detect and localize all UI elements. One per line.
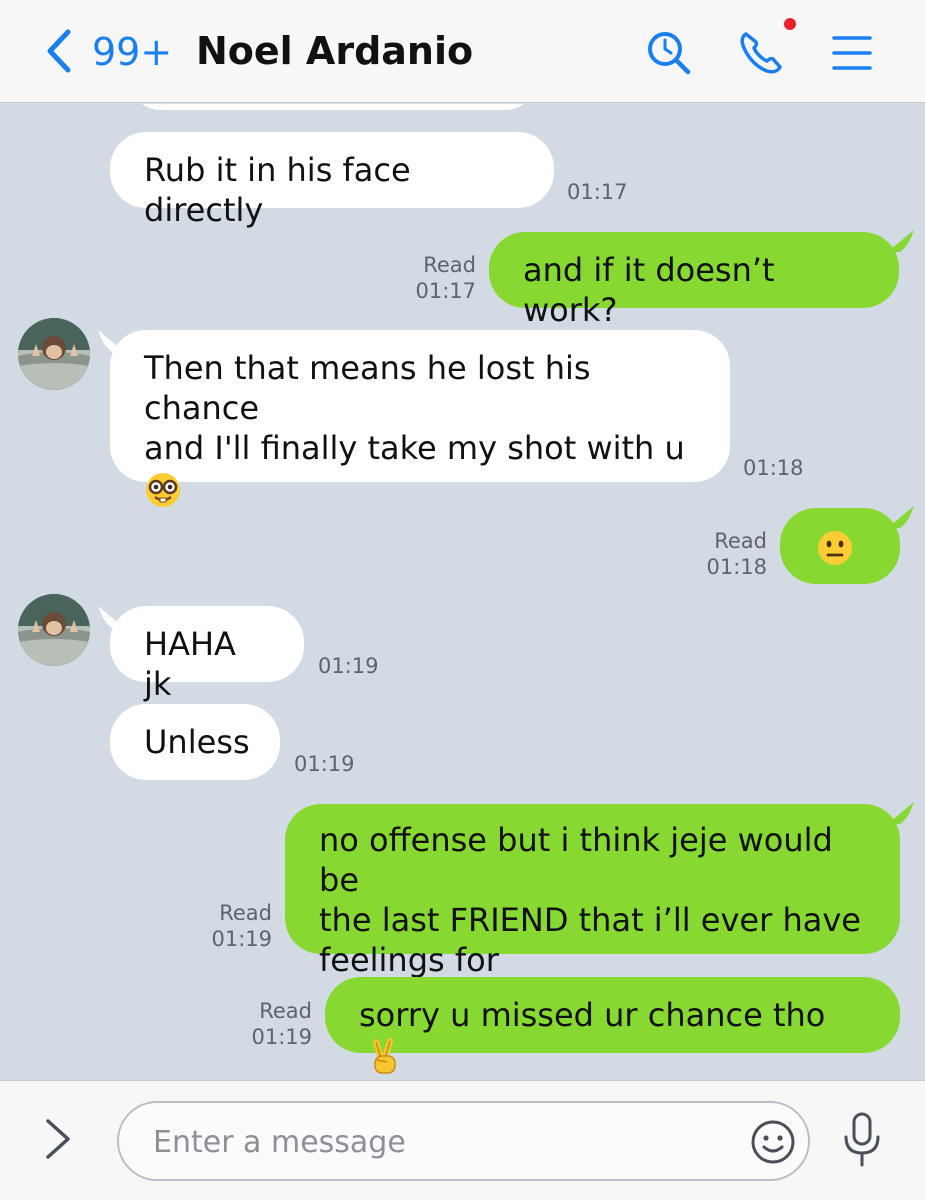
message-text: sorry u missed ur chance tho: [359, 996, 826, 1034]
emoji-smile-icon[interactable]: [749, 1118, 797, 1166]
message-text-line: feelings for: [319, 941, 499, 979]
message-time: 01:19: [294, 752, 355, 776]
message-time: 01:18: [743, 456, 804, 480]
message-time: 01:19: [318, 654, 379, 678]
message-input-bar: [0, 1080, 925, 1200]
back-chevron-icon[interactable]: [40, 26, 80, 76]
bubble-tail: [886, 230, 914, 252]
nerd-face-emoji: [146, 473, 180, 507]
message-meta: Read 01:19: [204, 900, 272, 952]
message-text-line: the last FRIEND that i’ll ever have: [319, 901, 861, 939]
notification-dot: [784, 18, 796, 30]
message-text: and if it doesn’t work?: [523, 251, 775, 329]
message-input-container: [117, 1101, 810, 1181]
contact-name[interactable]: Noel Ardanio: [196, 29, 473, 73]
expand-chevron-icon[interactable]: [40, 1115, 76, 1163]
message-text-line: Then that means he lost his chance: [144, 349, 591, 427]
message-bubble-incoming[interactable]: Unless: [110, 704, 280, 780]
message-text-line: no offense but i think jeje would be: [319, 821, 833, 899]
message-meta: Read 01:19: [244, 998, 312, 1050]
message-input[interactable]: [153, 1115, 733, 1169]
avatar[interactable]: [18, 318, 90, 390]
message-list[interactable]: Rub it in his face directly 01:17 Read 0…: [0, 104, 925, 1080]
message-bubble-outgoing[interactable]: no offense but i think jeje would be the…: [285, 804, 900, 979]
message-bubble-incoming[interactable]: HAHA jk: [110, 606, 304, 703]
message-bubble-outgoing[interactable]: sorry u missed ur chance tho: [325, 977, 900, 1074]
message-time: 01:17: [415, 279, 476, 303]
message-time: 01:19: [251, 1025, 312, 1049]
avatar[interactable]: [18, 594, 90, 666]
victory-hand-emoji: [373, 1038, 396, 1074]
read-status: Read: [423, 253, 476, 277]
read-status: Read: [259, 999, 312, 1023]
message-meta: Read 01:17: [408, 252, 476, 304]
bubble-tail: [886, 802, 914, 824]
message-text: Unless: [144, 723, 250, 761]
message-bubble-incoming[interactable]: Rub it in his face directly: [110, 132, 554, 229]
message-bubble-outgoing[interactable]: and if it doesn’t work?: [489, 232, 899, 329]
microphone-icon[interactable]: [838, 1111, 886, 1169]
message-bubble-partial: [128, 104, 538, 110]
neutral-face-emoji: [818, 531, 852, 565]
bubble-tail: [886, 506, 914, 528]
read-status: Read: [219, 901, 272, 925]
message-time: 01:19: [211, 927, 272, 951]
unread-count[interactable]: 99+: [92, 30, 172, 74]
message-text: HAHA jk: [144, 625, 236, 703]
chat-header: 99+ Noel Ardanio: [0, 0, 925, 103]
read-status: Read: [714, 529, 767, 553]
menu-icon[interactable]: [826, 26, 878, 78]
message-text-line: and I'll finally take my shot with u: [144, 429, 685, 467]
message-bubble-incoming[interactable]: Then that means he lost his chance and I…: [110, 330, 730, 507]
message-time: 01:17: [567, 180, 628, 204]
message-meta: Read 01:18: [699, 528, 767, 580]
search-icon[interactable]: [642, 26, 694, 78]
message-text: Rub it in his face directly: [144, 151, 411, 229]
message-time: 01:18: [706, 555, 767, 579]
phone-icon[interactable]: [736, 26, 788, 78]
message-bubble-outgoing[interactable]: [780, 508, 900, 584]
